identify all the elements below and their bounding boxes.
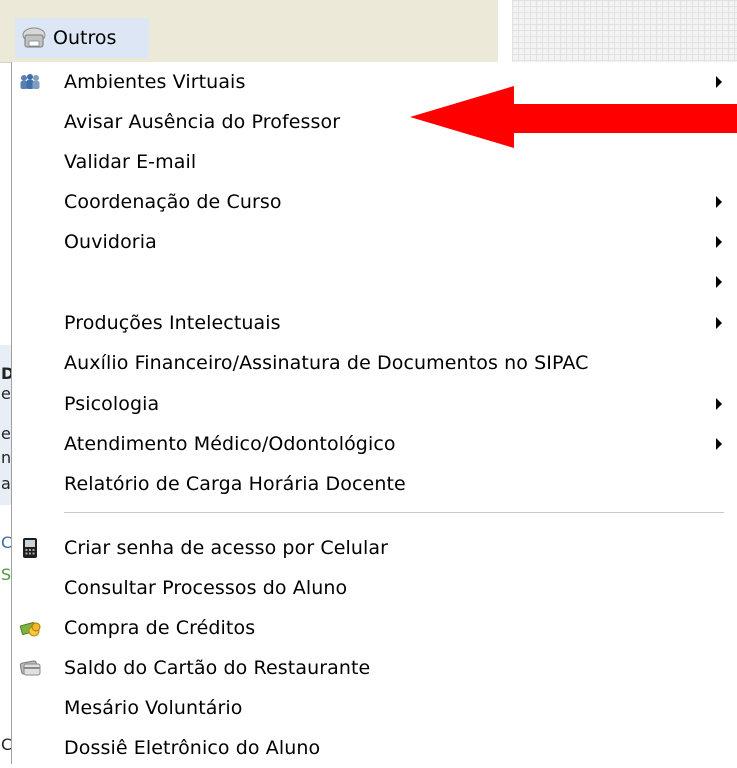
menu-item-coordenacao-curso[interactable]: Coordenação de Curso	[12, 182, 737, 222]
menu-item-label: Avisar Ausência do Professor	[64, 111, 341, 133]
menu-item-label: Dossiê Eletrônico do Aluno	[64, 737, 321, 759]
card-icon	[18, 657, 42, 679]
menu-item-label: Psicologia	[64, 393, 160, 415]
menu-item-consultar-processos[interactable]: Consultar Processos do Aluno	[12, 568, 737, 608]
menu-item-label: Saldo do Cartão do Restaurante	[64, 657, 371, 679]
menu-item-label: Consultar Processos do Aluno	[64, 577, 348, 599]
menu-item-dossie-eletronico[interactable]: Dossiê Eletrônico do Aluno	[12, 728, 737, 768]
menu-item-saldo-cartao-restaurante[interactable]: Saldo do Cartão do Restaurante	[12, 648, 737, 688]
menu-item-atendimento-medico[interactable]: Atendimento Médico/Odontológico	[12, 424, 737, 464]
menu-item-label: Compra de Créditos	[64, 617, 256, 639]
background-text: S	[1, 565, 12, 584]
menu-item-blank[interactable]	[12, 262, 737, 302]
submenu-arrow-icon	[716, 236, 722, 248]
menu-item-mesario-voluntario[interactable]: Mesário Voluntário	[12, 688, 737, 728]
submenu-arrow-icon	[716, 196, 722, 208]
menu-item-psicologia[interactable]: Psicologia	[12, 384, 737, 424]
menu-item-label: Ouvidoria	[64, 231, 157, 253]
background-text: n	[1, 448, 12, 467]
submenu-arrow-icon	[716, 317, 722, 329]
menu-item-ouvidoria[interactable]: Ouvidoria	[12, 222, 737, 262]
menu-item-label: Coordenação de Curso	[64, 191, 282, 213]
menu-item-label: Atendimento Médico/Odontológico	[64, 433, 396, 455]
background-grid	[512, 0, 737, 62]
menu-item-relatorio-carga-horaria[interactable]: Relatório de Carga Horária Docente	[12, 464, 737, 504]
menu-separator	[64, 512, 724, 513]
menu-outros[interactable]: Outros	[15, 18, 149, 58]
menu-item-auxilio-financeiro[interactable]: Auxílio Financeiro/Assinatura de Documen…	[12, 343, 737, 383]
outros-dropdown-menu: Ambientes Virtuais Avisar Ausência do Pr…	[11, 62, 737, 764]
menu-item-label: Validar E-mail	[64, 151, 197, 173]
submenu-arrow-icon	[716, 398, 722, 410]
submenu-arrow-icon	[716, 438, 722, 450]
menu-item-compra-creditos[interactable]: Compra de Créditos	[12, 608, 737, 648]
background-text: e	[1, 424, 11, 443]
menu-outros-label: Outros	[53, 27, 117, 49]
background-text: e	[1, 384, 11, 403]
menu-item-label: Mesário Voluntário	[64, 697, 243, 719]
red-arrow-annotation-icon	[410, 86, 737, 148]
menu-item-criar-senha-celular[interactable]: Criar senha de acesso por Celular	[12, 528, 737, 568]
background-text: a	[1, 474, 11, 493]
menu-item-label: Ambientes Virtuais	[64, 71, 246, 93]
menu-item-label: Criar senha de acesso por Celular	[64, 537, 389, 559]
money-icon	[18, 617, 42, 639]
printer-icon	[22, 27, 46, 48]
menu-item-label: Produções Intelectuais	[64, 312, 281, 334]
menu-item-label: Auxílio Financeiro/Assinatura de Documen…	[64, 352, 589, 374]
people-icon	[18, 71, 42, 93]
menu-item-producoes-intelectuais[interactable]: Produções Intelectuais	[12, 303, 737, 343]
mobile-phone-icon	[18, 537, 42, 559]
submenu-arrow-icon	[716, 276, 722, 288]
menu-item-label: Relatório de Carga Horária Docente	[64, 473, 406, 495]
